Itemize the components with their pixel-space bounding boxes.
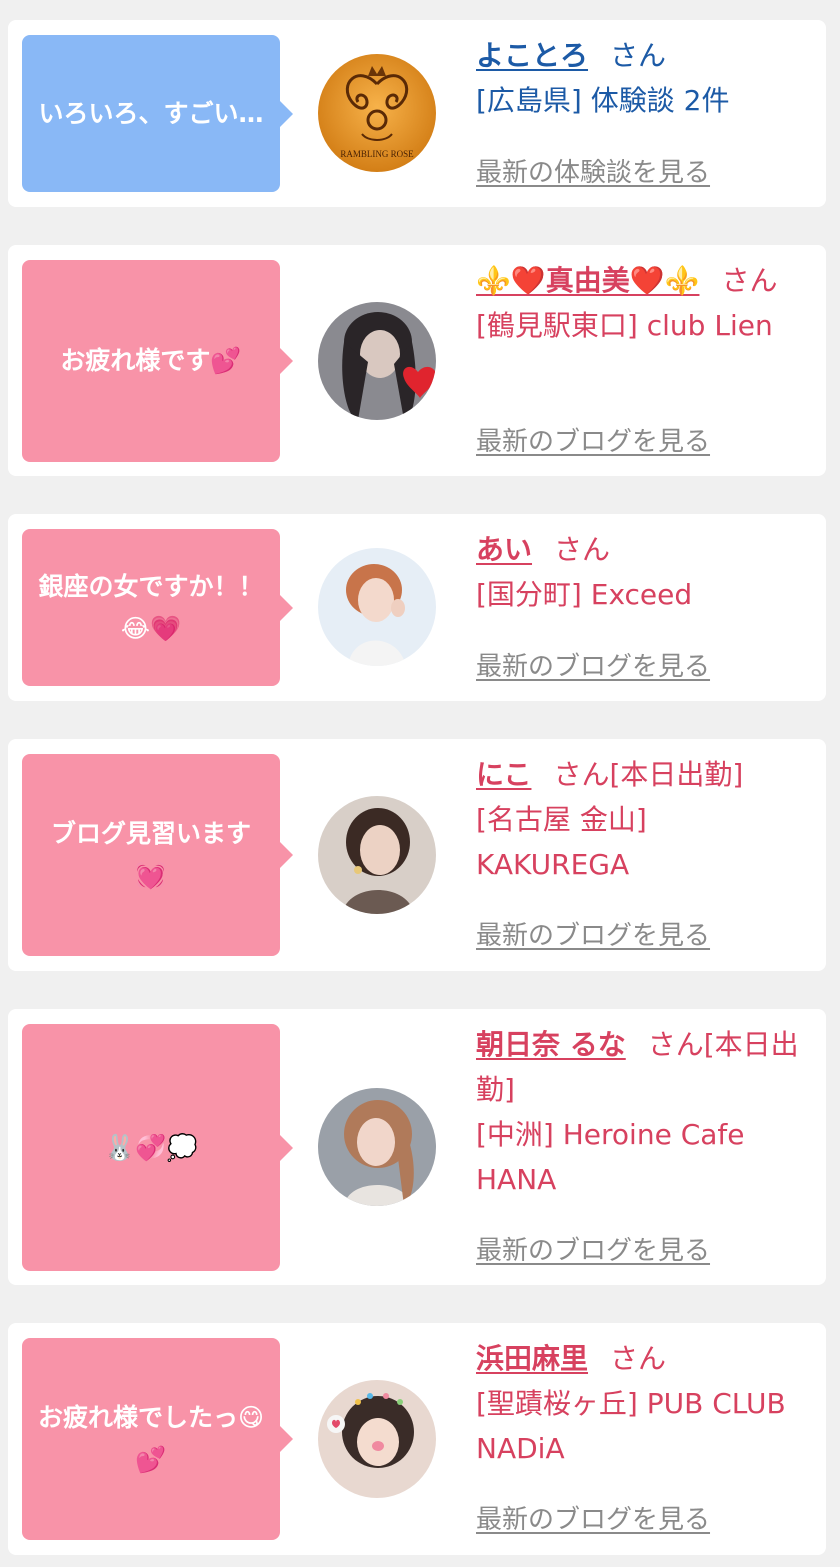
user-info: ⚜️❤️真由美❤️⚜️ さん [鶴見駅東口] club Lien (476, 258, 804, 348)
user-name-link[interactable]: あい (476, 533, 532, 566)
shop-info: [中洲] Heroine Cafe HANA (476, 1118, 745, 1196)
latest-blog-link[interactable]: 最新のブログを見る (476, 1230, 710, 1267)
rambling-rose-logo: RAMBLING ROSE (318, 54, 436, 172)
shop-info: [広島県] 体験談 2件 (476, 84, 730, 117)
honorific: さん (721, 264, 778, 297)
avatar[interactable] (318, 1088, 436, 1206)
avatar[interactable] (318, 548, 436, 666)
avatar[interactable] (318, 796, 436, 914)
avatar[interactable] (318, 302, 436, 420)
honorific: さん (610, 1342, 667, 1375)
user-name-link[interactable]: 浜田麻里 (476, 1342, 588, 1375)
avatar-photo (318, 1380, 436, 1498)
message-bubble: お疲れ様です💕 (22, 260, 293, 462)
blog-card[interactable]: 銀座の女ですか！！😂💗 あい さん [国分町] Exceed 最新のブログを見る (8, 514, 826, 701)
user-info: にこ さん[本日出勤] [名古屋 金山] KAKUREGA (476, 752, 804, 887)
blog-card[interactable]: お疲れ様です💕 ⚜️❤️真由美❤️⚜️ さん [鶴見駅東口] club Lien … (8, 245, 826, 476)
latest-blog-link[interactable]: 最新のブログを見る (476, 915, 710, 952)
blog-card[interactable]: 🐰💞💭 朝日奈 るな さん[本日出勤] [中洲] Heroine Cafe HAN… (8, 1009, 826, 1285)
message-text: 🐰💞💭 (104, 1132, 198, 1162)
user-name-link[interactable]: にこ (476, 758, 531, 791)
message-bubble: ブログ見習います💓 (22, 754, 293, 956)
message-text: お疲れ様でしたっ😋💕 (37, 1403, 265, 1474)
user-name-link[interactable]: よことろ (476, 39, 588, 72)
user-name-link[interactable]: ⚜️❤️真由美❤️⚜️ (476, 264, 699, 297)
user-info: あい さん [国分町] Exceed (476, 527, 804, 617)
latest-blog-link[interactable]: 最新のブログを見る (476, 646, 710, 683)
message-text: お疲れ様です💕 (60, 346, 242, 375)
shop-info: [国分町] Exceed (476, 578, 693, 611)
blog-card[interactable]: ブログ見習います💓 にこ さん[本日出勤] [名古屋 金山] KAKUREGA 最… (8, 739, 826, 971)
message-bubble: 銀座の女ですか！！😂💗 (22, 529, 293, 686)
message-bubble: お疲れ様でしたっ😋💕 (22, 1338, 293, 1540)
blog-card[interactable]: お疲れ様でしたっ😋💕 浜田麻里 さん [聖蹟桜ヶ丘] PUB CLUB NADiA… (8, 1323, 826, 1555)
latest-blog-link[interactable]: 最新のブログを見る (476, 1499, 710, 1536)
message-text: 銀座の女ですか！！😂💗 (38, 571, 264, 643)
user-info: 朝日奈 るな さん[本日出勤] [中洲] Heroine Cafe HANA (476, 1022, 804, 1202)
avatar-photo (318, 1088, 436, 1206)
user-name-link[interactable]: 朝日奈 るな (476, 1028, 626, 1061)
message-text: ブログ見習います💓 (50, 819, 251, 890)
avatar-photo (318, 302, 436, 420)
user-info: よことろ さん [広島県] 体験談 2件 (476, 33, 804, 123)
avatar-photo (318, 548, 436, 666)
avatar[interactable]: RAMBLING ROSE (318, 54, 436, 172)
message-bubble: いろいろ、すごい… (22, 35, 293, 192)
shop-info: [鶴見駅東口] club Lien (476, 309, 773, 342)
honorific: さん (554, 533, 611, 566)
message-bubble: 🐰💞💭 (22, 1024, 293, 1271)
honorific: さん[本日出勤] (553, 758, 744, 791)
shop-info: [名古屋 金山] KAKUREGA (476, 803, 647, 881)
avatar[interactable] (318, 1380, 436, 1498)
latest-review-link[interactable]: 最新の体験談を見る (476, 152, 710, 189)
logo-text: RAMBLING ROSE (340, 149, 414, 159)
shop-info: [聖蹟桜ヶ丘] PUB CLUB NADiA (476, 1387, 786, 1465)
latest-blog-link[interactable]: 最新のブログを見る (476, 421, 710, 458)
review-card[interactable]: いろいろ、すごい… RAMBLING ROSE よことろ さん [広島県] 体験談… (8, 20, 826, 207)
user-info: 浜田麻里 さん [聖蹟桜ヶ丘] PUB CLUB NADiA (476, 1336, 804, 1471)
avatar-photo (318, 796, 436, 914)
message-text: いろいろ、すごい… (38, 98, 264, 128)
honorific: さん (610, 39, 667, 72)
